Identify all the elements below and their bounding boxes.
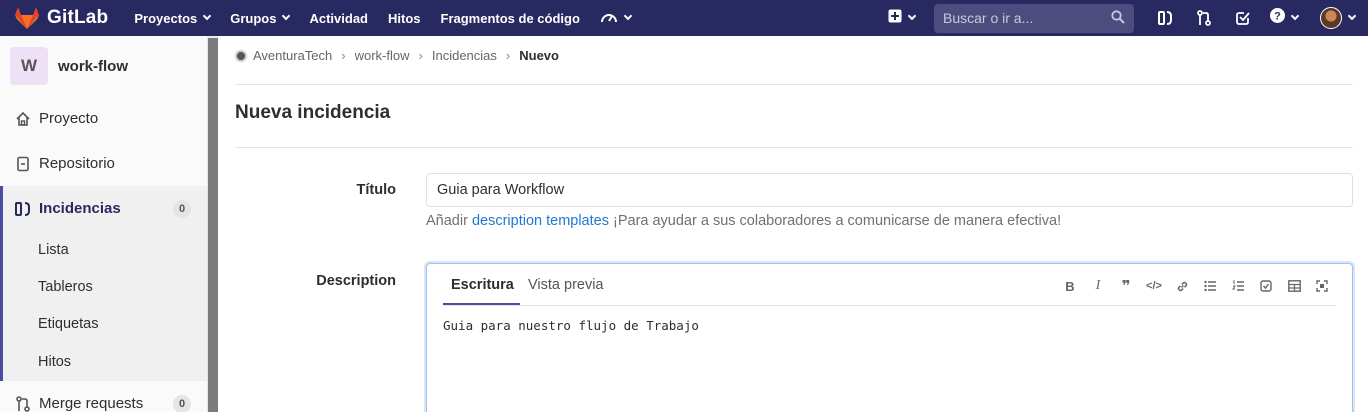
breadcrumb: AventuraTech › work-flow › Incidencias ›… (235, 48, 559, 63)
link-icon[interactable] (1168, 278, 1196, 294)
sidebar-subitem-list[interactable]: Lista (0, 231, 207, 268)
sidebar-scrollbar[interactable] (208, 36, 218, 412)
bold-icon[interactable]: B (1056, 278, 1084, 294)
chevron-down-icon (282, 11, 291, 21)
quote-icon[interactable]: ❞ (1112, 278, 1140, 295)
page-title: Nueva incidencia (235, 102, 391, 123)
merge-requests-count-badge: 0 (173, 394, 191, 412)
chevron-right-icon: › (505, 48, 511, 63)
tab-write[interactable]: Escritura (451, 277, 514, 293)
search-input[interactable]: Buscar o ir a... (934, 3, 1134, 33)
sidebar-item-merge-requests[interactable]: Merge requests 0 (0, 381, 207, 412)
issues-count-badge: 0 (173, 199, 191, 218)
sidebar-subitem-boards[interactable]: Tableros (0, 268, 207, 305)
chevron-right-icon: › (418, 48, 423, 63)
nav-milestones[interactable]: Hitos (388, 0, 421, 36)
group-avatar-icon (235, 49, 247, 62)
title-field-label: Título (356, 182, 396, 198)
sidebar-project-header[interactable]: W work-flow (0, 36, 207, 96)
hint-prefix: Añadir (426, 213, 468, 229)
divider (235, 147, 1353, 148)
chevron-down-icon (623, 11, 633, 21)
sidebar-item-project[interactable]: Proyecto (0, 96, 207, 141)
chevron-right-icon: › (341, 48, 346, 63)
sidebar-item-label: Proyecto (39, 110, 99, 127)
breadcrumb-current[interactable]: Nuevo (519, 48, 559, 63)
sidebar-subitem-milestones[interactable]: Hitos (0, 342, 207, 381)
project-name: work-flow (58, 57, 128, 75)
code-icon[interactable]: </> (1140, 278, 1168, 294)
task-list-icon[interactable] (1252, 278, 1280, 294)
brand-name: GitLab (47, 7, 109, 28)
search-icon (1111, 9, 1125, 27)
search-placeholder: Buscar o ir a... (943, 10, 1034, 26)
sidebar-item-issues[interactable]: Incidencias 0 (0, 186, 207, 231)
gitlab-home-link[interactable]: GitLab (15, 0, 108, 36)
numbered-list-icon[interactable] (1224, 278, 1252, 294)
nav-activity[interactable]: Actividad (309, 0, 368, 36)
sidebar-item-label: Repositorio (39, 155, 115, 172)
active-tab-indicator (443, 303, 520, 305)
sidebar-toggle-icon[interactable] (1146, 0, 1184, 36)
nav-groups[interactable]: Grupos (230, 0, 291, 36)
tab-preview[interactable]: Vista previa (528, 277, 604, 293)
issues-icon (15, 201, 31, 217)
nav-projects[interactable]: Proyectos (134, 0, 212, 36)
new-item-dropdown[interactable] (884, 0, 918, 36)
project-avatar: W (10, 47, 48, 85)
sidebar-item-label: Merge requests (39, 395, 144, 412)
editor-tabs: Escritura Vista previa B I ❞ </> (443, 264, 1336, 306)
gauge-icon (600, 10, 618, 27)
todo-check-icon[interactable] (1224, 0, 1262, 36)
home-icon (15, 111, 31, 127)
nav-performance-dropdown[interactable] (600, 0, 633, 36)
help-dropdown[interactable]: ? (1262, 0, 1306, 36)
sidebar-item-label: Incidencias (39, 200, 121, 217)
breadcrumb-issues-link[interactable]: Incidencias (432, 48, 497, 63)
nav-snippets[interactable]: Fragmentos de código (441, 0, 580, 36)
chevron-down-icon (1347, 11, 1356, 21)
main-content: AventuraTech › work-flow › Incidencias ›… (218, 36, 1368, 412)
nav-projects-label: Proyectos (134, 10, 198, 26)
italic-icon[interactable]: I (1084, 278, 1112, 294)
merge-request-icon[interactable] (1184, 0, 1224, 36)
sidebar-item-repository[interactable]: Repositorio (0, 141, 207, 186)
user-menu-dropdown[interactable] (1306, 0, 1368, 36)
repository-icon (15, 156, 31, 172)
merge-request-icon (15, 395, 31, 412)
chevron-down-icon (203, 11, 212, 21)
project-sidebar: W work-flow Proyecto Repositorio Inciden… (0, 36, 208, 412)
bullet-list-icon[interactable] (1196, 278, 1224, 294)
plus-square-icon (888, 9, 902, 28)
description-templates-hint: Añadir description templates ¡Para ayuda… (426, 213, 1061, 229)
svg-text:?: ? (1274, 11, 1281, 23)
chevron-down-icon (907, 11, 916, 21)
user-avatar (1319, 7, 1342, 29)
breadcrumb-project-link[interactable]: work-flow (355, 48, 410, 63)
help-icon: ? (1270, 8, 1285, 28)
markdown-toolbar: B I ❞ </> (1056, 278, 1336, 295)
title-input[interactable]: Guia para Workflow (426, 173, 1353, 207)
sidebar-active-group: Incidencias 0 Lista Tableros Etiquetas H… (0, 186, 207, 381)
nav-groups-label: Grupos (230, 10, 277, 26)
top-navbar: GitLab Proyectos Grupos Actividad Hitos … (0, 0, 1368, 36)
table-icon[interactable] (1280, 278, 1308, 294)
divider (235, 84, 1353, 85)
description-textarea[interactable]: Guia para nuestro flujo de Trabajo (443, 318, 699, 333)
sidebar-subitem-labels[interactable]: Etiquetas (0, 305, 207, 342)
description-editor: Escritura Vista previa B I ❞ </> Guia pa… (426, 263, 1353, 412)
description-field-label: Description (316, 273, 396, 289)
sidebar-scrollbar-thumb[interactable] (208, 38, 218, 412)
breadcrumb-group-link[interactable]: AventuraTech (253, 48, 332, 63)
chevron-down-icon (1290, 11, 1300, 21)
hint-suffix: ¡Para ayudar a sus colaboradores a comun… (613, 213, 1062, 229)
gitlab-logo-icon (15, 7, 39, 29)
description-templates-link[interactable]: description templates (472, 213, 609, 229)
fullscreen-icon[interactable] (1308, 278, 1336, 294)
